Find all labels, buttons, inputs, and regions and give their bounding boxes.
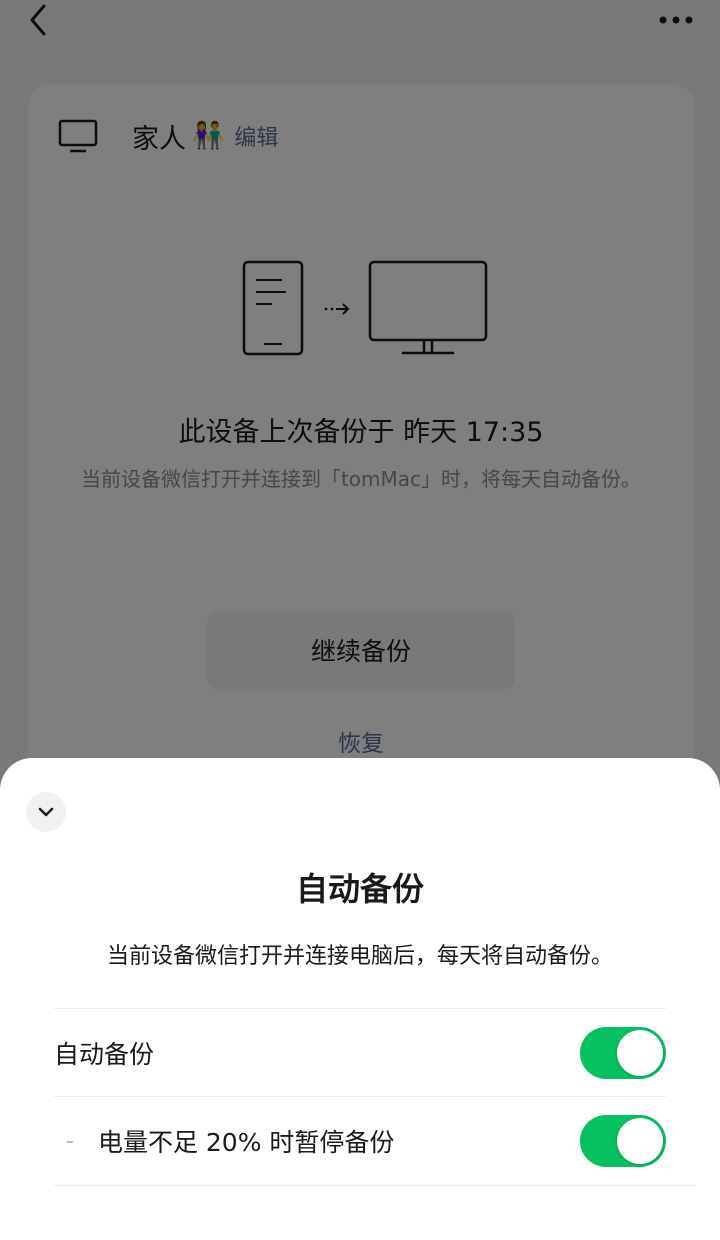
divider — [54, 1008, 666, 1009]
low-battery-pause-toggle[interactable] — [580, 1115, 666, 1167]
divider — [54, 1096, 666, 1097]
sheet-title: 自动备份 — [295, 870, 424, 908]
sheet-description: 当前设备微信打开并连接电脑后，每天将自动备份。 — [106, 944, 613, 969]
divider — [54, 1185, 696, 1186]
setting-label: 自动备份 — [54, 1040, 155, 1069]
chevron-down-icon — [38, 807, 54, 817]
collapse-button[interactable] — [26, 792, 66, 832]
toggle-knob — [617, 1030, 663, 1076]
sub-setting-dash: - — [66, 1128, 74, 1154]
setting-row-auto-backup: 自动备份 — [54, 1010, 666, 1096]
toggle-knob — [617, 1118, 663, 1164]
auto-backup-sheet: 自动备份 当前设备微信打开并连接电脑后，每天将自动备份。 自动备份 - 电量不足… — [0, 758, 720, 1240]
auto-backup-toggle[interactable] — [580, 1027, 666, 1079]
setting-label: 电量不足 20% 时暂停备份 — [97, 1128, 395, 1157]
setting-row-low-battery: - 电量不足 20% 时暂停备份 — [54, 1098, 666, 1184]
